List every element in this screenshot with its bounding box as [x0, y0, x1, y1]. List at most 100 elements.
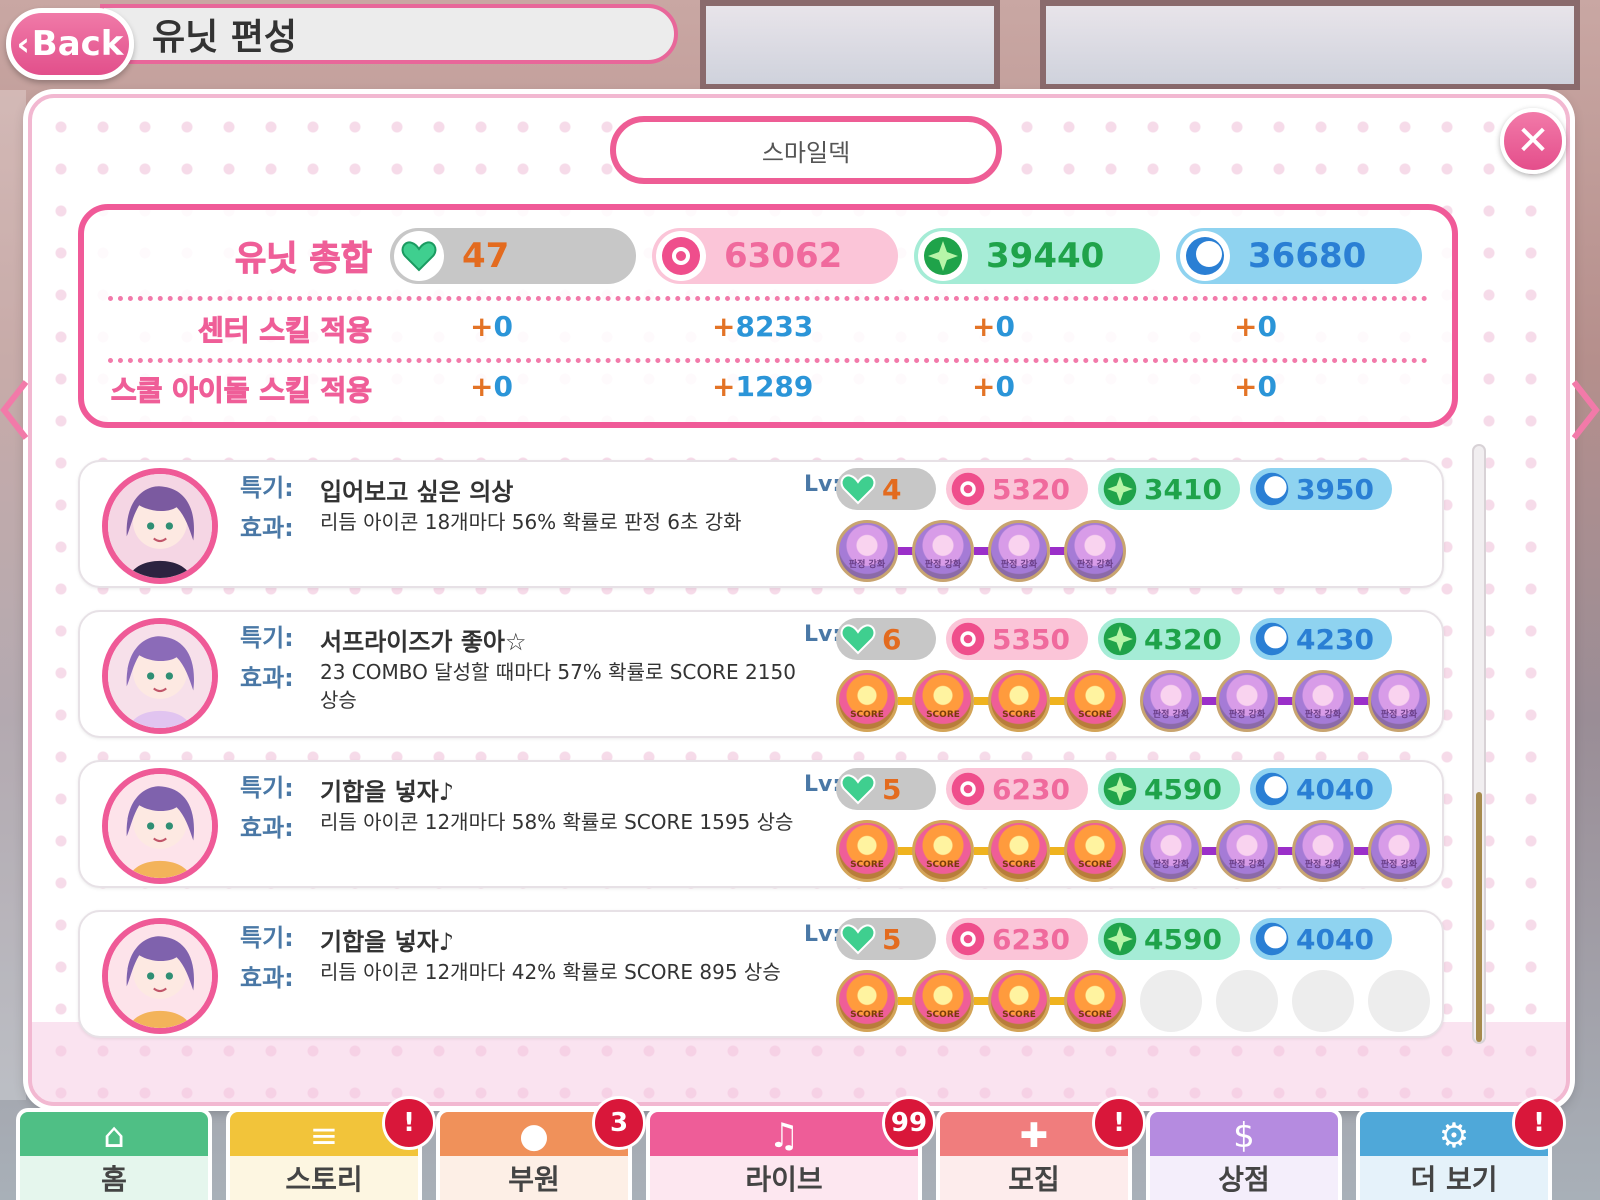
- skill-label: 특기:: [240, 624, 294, 652]
- skill-slot-row: 판정 강화 판정 강화 판정 강화 판정 강화: [836, 520, 1436, 584]
- school-idol-skill-smile: +1289: [712, 370, 814, 403]
- score-up-gem-icon[interactable]: SCORE: [836, 670, 898, 732]
- card-cool-value: 4230: [1296, 622, 1374, 656]
- unit-total-label: 유닛 총합: [235, 238, 373, 279]
- card-pure-pill: 4320: [1098, 618, 1240, 660]
- nav-tab[interactable]: ● 부원 3: [436, 1096, 646, 1200]
- judge-boost-gem-icon[interactable]: 판정 강화: [1368, 670, 1430, 732]
- score-up-gem-icon[interactable]: SCORE: [1064, 970, 1126, 1032]
- chevron-left-icon: ‹: [16, 25, 30, 63]
- effect-label: 효과:: [240, 814, 294, 842]
- school-idol-skill-cool: +0: [1234, 370, 1277, 403]
- card-pure-pill: 3410: [1098, 468, 1240, 510]
- judge-boost-gem-icon[interactable]: 판정 강화: [1216, 670, 1278, 732]
- nav-tab[interactable]: ✚ 모집 !: [936, 1096, 1146, 1200]
- nav-tab[interactable]: ≡ 스토리 !: [226, 1096, 436, 1200]
- right-arrow-icon[interactable]: [1572, 380, 1600, 440]
- scrollbar-thumb[interactable]: [1476, 792, 1482, 1042]
- center-skill-label: 센터 스킬 적용: [197, 314, 372, 348]
- member-card[interactable]: 특기: 효과: 기합을 넣자♪ 리듬 아이콘 12개마다 42% 확률로 SCO…: [78, 910, 1444, 1038]
- score-up-gem-icon[interactable]: SCORE: [836, 970, 898, 1032]
- left-arrow-icon[interactable]: [0, 380, 28, 440]
- member-portrait[interactable]: [102, 618, 218, 734]
- judge-boost-gem-icon[interactable]: 판정 강화: [1292, 820, 1354, 882]
- cool-attribute-icon: [1252, 769, 1292, 809]
- card-cool-value: 4040: [1296, 922, 1374, 956]
- bottom-navigation: ⌂ 홈 ≡ 스토리 ! ● 부원 3 ♫ 라이브 99 ✚ 모집 ! $ 상점 …: [0, 1096, 1600, 1200]
- nav-tab-label: 스토리: [230, 1156, 418, 1200]
- empty-skill-slot[interactable]: [1292, 970, 1354, 1032]
- skill-label: 특기:: [240, 774, 294, 802]
- card-hearts-value: 5: [882, 922, 902, 956]
- screen-title: 유닛 편성: [152, 17, 298, 58]
- background-pillar: [0, 90, 26, 1100]
- background-window: [700, 0, 1000, 90]
- card-hearts-pill: 6: [836, 618, 936, 660]
- heart-icon: [838, 619, 878, 659]
- pure-attribute-icon: [1100, 769, 1140, 809]
- judge-boost-gem-icon[interactable]: 판정 강화: [1292, 670, 1354, 732]
- nav-tab[interactable]: ⚙ 더 보기 !: [1356, 1096, 1566, 1200]
- skill-effect-text: 23 COMBO 달성할 때마다 57% 확률로 SCORE 2150 상승: [320, 660, 796, 712]
- center-skill-smile: +8233: [712, 310, 814, 343]
- card-pure-value: 3410: [1144, 472, 1222, 506]
- card-list-scrollbar[interactable]: [1472, 444, 1486, 1044]
- nav-tab[interactable]: ⌂ 홈: [16, 1108, 212, 1200]
- smile-attribute-icon: [656, 231, 706, 281]
- member-portrait[interactable]: [102, 918, 218, 1034]
- smile-attribute-icon: [948, 619, 988, 659]
- deck-name-field[interactable]: 스마일덱: [610, 116, 1002, 184]
- top-bar: ‹ Back 유닛 편성: [0, 0, 680, 80]
- card-pure-value: 4320: [1144, 622, 1222, 656]
- empty-skill-slot[interactable]: [1140, 970, 1202, 1032]
- nav-tab-label: 라이브: [650, 1156, 918, 1200]
- card-smile-value: 6230: [992, 772, 1070, 806]
- member-portrait[interactable]: [102, 768, 218, 884]
- judge-boost-gem-icon[interactable]: 판정 강화: [1216, 820, 1278, 882]
- judge-boost-gem-icon[interactable]: 판정 강화: [1140, 670, 1202, 732]
- judge-boost-gem-icon[interactable]: 판정 강화: [988, 520, 1050, 582]
- notification-badge: 99: [882, 1096, 936, 1150]
- score-up-gem-icon[interactable]: SCORE: [1064, 820, 1126, 882]
- judge-boost-gem-icon[interactable]: 판정 강화: [836, 520, 898, 582]
- member-card[interactable]: 특기: 효과: 서프라이즈가 좋아☆ 23 COMBO 달성할 때마다 57% …: [78, 610, 1444, 738]
- member-portrait[interactable]: [102, 468, 218, 584]
- live-icon: ♫: [768, 1116, 800, 1156]
- member-card[interactable]: 특기: 효과: 기합을 넣자♪ 리듬 아이콘 12개마다 58% 확률로 SCO…: [78, 760, 1444, 888]
- score-up-gem-icon[interactable]: SCORE: [836, 820, 898, 882]
- skill-effect-text: 리듬 아이콘 18개마다 56% 확률로 판정 6초 강화: [320, 510, 742, 534]
- card-cool-value: 4040: [1296, 772, 1374, 806]
- judge-boost-gem-icon[interactable]: 판정 강화: [1064, 520, 1126, 582]
- judge-boost-gem-icon[interactable]: 판정 강화: [1140, 820, 1202, 882]
- score-up-gem-icon[interactable]: SCORE: [912, 820, 974, 882]
- nav-tab-label: 홈: [20, 1156, 208, 1200]
- nav-tab-label: 상점: [1150, 1156, 1338, 1200]
- total-cool-pill: 36680: [1176, 228, 1422, 284]
- score-up-gem-icon[interactable]: SCORE: [912, 670, 974, 732]
- judge-boost-gem-icon[interactable]: 판정 강화: [912, 520, 974, 582]
- effect-label: 효과:: [240, 664, 294, 692]
- center-skill-cool: +0: [1234, 310, 1277, 343]
- school-idol-skill-hearts: +0: [470, 370, 513, 403]
- notification-badge: !: [1092, 1096, 1146, 1150]
- card-pure-value: 4590: [1144, 772, 1222, 806]
- close-button[interactable]: ✕: [1500, 108, 1566, 174]
- score-up-gem-icon[interactable]: SCORE: [988, 670, 1050, 732]
- card-smile-value: 5350: [992, 622, 1070, 656]
- judge-boost-gem-icon[interactable]: 판정 강화: [1368, 820, 1430, 882]
- recruit-icon: ✚: [1019, 1116, 1049, 1156]
- score-up-gem-icon[interactable]: SCORE: [912, 970, 974, 1032]
- member-card[interactable]: 특기: 효과: 입어보고 싶은 의상 리듬 아이콘 18개마다 56% 확률로 …: [78, 460, 1444, 588]
- score-up-gem-icon[interactable]: SCORE: [1064, 670, 1126, 732]
- card-hearts-value: 6: [882, 622, 902, 656]
- nav-tab[interactable]: $ 상점: [1146, 1108, 1342, 1200]
- nav-tab[interactable]: ♫ 라이브 99: [646, 1096, 936, 1200]
- member-card-list[interactable]: 특기: 효과: 입어보고 싶은 의상 리듬 아이콘 18개마다 56% 확률로 …: [78, 460, 1450, 1040]
- card-cool-pill: 4040: [1250, 918, 1392, 960]
- score-up-gem-icon[interactable]: SCORE: [988, 820, 1050, 882]
- empty-skill-slot[interactable]: [1216, 970, 1278, 1032]
- empty-skill-slot[interactable]: [1368, 970, 1430, 1032]
- score-up-gem-icon[interactable]: SCORE: [988, 970, 1050, 1032]
- back-button[interactable]: ‹ Back: [6, 8, 134, 80]
- unit-detail-modal: 스마일덱 ✕ 유닛 총합 47 63062 39440 36680 센터 스킬 …: [28, 94, 1570, 1106]
